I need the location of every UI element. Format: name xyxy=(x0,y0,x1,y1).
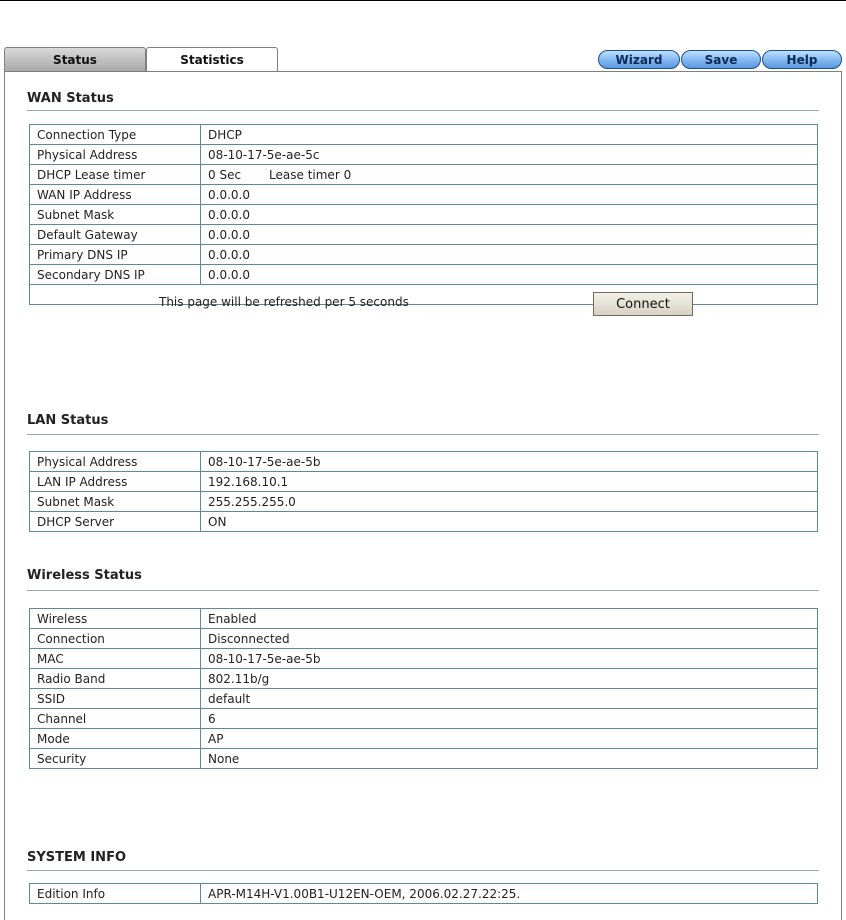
row-label: Secondary DNS IP xyxy=(29,264,201,285)
table-row: WAN IP Address 0.0.0.0 xyxy=(29,184,818,205)
table-row: Physical Address 08-10-17-5e-ae-5b xyxy=(29,451,818,472)
row-label: Physical Address xyxy=(29,144,201,165)
row-value: None xyxy=(200,748,818,769)
row-label: Subnet Mask xyxy=(29,491,201,512)
row-value: AP xyxy=(200,728,818,749)
wireless-status-table: Wireless Enabled Connection Disconnected M… xyxy=(29,608,818,769)
system-info-table: Edition Info APR-M14H-V1.00B1-U12EN-OEM, … xyxy=(29,883,818,904)
row-label: Default Gateway xyxy=(29,224,201,245)
row-value: 0.0.0.0 xyxy=(200,184,818,205)
wan-status-table: Connection Type DHCP Physical Address 08-1… xyxy=(29,124,818,316)
table-row: Primary DNS IP 0.0.0.0 xyxy=(29,244,818,265)
lan-divider xyxy=(27,434,819,435)
row-label: Connection Type xyxy=(29,124,201,145)
row-label: LAN IP Address xyxy=(29,471,201,492)
wan-status-title: WAN Status xyxy=(27,91,114,106)
table-row: Mode AP xyxy=(29,728,818,749)
tab-bar: Status Statistics Wizard Save Help xyxy=(4,47,842,73)
row-label: SSID xyxy=(29,688,201,709)
row-label: Subnet Mask xyxy=(29,204,201,225)
row-value: 0.0.0.0 xyxy=(200,264,818,285)
row-value: 08-10-17-5e-ae-5b xyxy=(200,451,818,472)
refresh-notice: This page will be refreshed per 5 second… xyxy=(159,295,409,309)
row-value: DHCP xyxy=(200,124,818,145)
row-label: DHCP Lease timer xyxy=(29,164,201,185)
row-label: Security xyxy=(29,748,201,769)
tab-status[interactable]: Status xyxy=(4,47,146,71)
table-row: Edition Info APR-M14H-V1.00B1-U12EN-OEM, … xyxy=(29,883,818,904)
row-label: Channel xyxy=(29,708,201,729)
row-label: Wireless xyxy=(29,608,201,629)
row-value: ON xyxy=(200,511,818,532)
wan-divider xyxy=(27,110,819,111)
row-label: MAC xyxy=(29,648,201,669)
table-row: Radio Band 802.11b/g xyxy=(29,668,818,689)
row-value: 08-10-17-5e-ae-5c xyxy=(200,144,818,165)
row-value: Enabled xyxy=(200,608,818,629)
table-row: LAN IP Address 192.168.10.1 xyxy=(29,471,818,492)
row-label: Primary DNS IP xyxy=(29,244,201,265)
lease-timer: Lease timer 0 xyxy=(269,167,352,182)
row-value: 192.168.10.1 xyxy=(200,471,818,492)
table-row: Connection Type DHCP xyxy=(29,124,818,145)
row-value: 6 xyxy=(200,708,818,729)
row-value: 255.255.255.0 xyxy=(200,491,818,512)
row-label: Connection xyxy=(29,628,201,649)
table-row: DHCP Server ON xyxy=(29,511,818,532)
table-row: Subnet Mask 255.255.255.0 xyxy=(29,491,818,512)
table-row: Wireless Enabled xyxy=(29,608,818,629)
table-row: SSID default xyxy=(29,688,818,709)
row-label: Mode xyxy=(29,728,201,749)
row-value: APR-M14H-V1.00B1-U12EN-OEM, 2006.02.27.2… xyxy=(200,883,818,904)
top-divider xyxy=(0,0,846,1)
wizard-button[interactable]: Wizard xyxy=(598,50,680,69)
row-label: Edition Info xyxy=(29,883,201,904)
table-row: Subnet Mask 0.0.0.0 xyxy=(29,204,818,225)
system-info-title: SYSTEM INFO xyxy=(27,850,126,865)
row-value: Disconnected xyxy=(200,628,818,649)
table-row: Connection Disconnected xyxy=(29,628,818,649)
help-button[interactable]: Help xyxy=(762,50,842,69)
lan-status-title: LAN Status xyxy=(27,413,109,428)
refresh-cell: This page will be refreshed per 5 second… xyxy=(29,284,818,316)
table-row: Default Gateway 0.0.0.0 xyxy=(29,224,818,245)
row-label: WAN IP Address xyxy=(29,184,201,205)
table-row: Secondary DNS IP 0.0.0.0 xyxy=(29,264,818,285)
table-row: Security None xyxy=(29,748,818,769)
row-label: Radio Band xyxy=(29,668,201,689)
row-value: default xyxy=(200,688,818,709)
lan-status-table: Physical Address 08-10-17-5e-ae-5b LAN IP… xyxy=(29,451,818,532)
refresh-row: This page will be refreshed per 5 second… xyxy=(29,284,818,316)
wireless-status-title: Wireless Status xyxy=(27,568,142,583)
lease-cell: 0 Sec Lease timer 0 xyxy=(200,164,818,185)
table-row: Physical Address 08-10-17-5e-ae-5c xyxy=(29,144,818,165)
row-value: 08-10-17-5e-ae-5b xyxy=(200,648,818,669)
wireless-divider xyxy=(27,590,819,591)
connect-button[interactable]: Connect xyxy=(593,292,693,316)
table-row: Channel 6 xyxy=(29,708,818,729)
table-row: DHCP Lease timer 0 Sec Lease timer 0 xyxy=(29,164,818,185)
row-value: 0.0.0.0 xyxy=(200,204,818,225)
tab-statistics[interactable]: Statistics xyxy=(146,47,278,72)
save-button[interactable]: Save xyxy=(681,50,761,69)
row-label: Physical Address xyxy=(29,451,201,472)
row-value: 0.0.0.0 xyxy=(200,224,818,245)
table-row: MAC 08-10-17-5e-ae-5b xyxy=(29,648,818,669)
row-value: 802.11b/g xyxy=(200,668,818,689)
lease-seconds: 0 Sec xyxy=(208,167,242,182)
system-divider xyxy=(27,870,819,871)
row-label: DHCP Server xyxy=(29,511,201,532)
row-value: 0.0.0.0 xyxy=(200,244,818,265)
